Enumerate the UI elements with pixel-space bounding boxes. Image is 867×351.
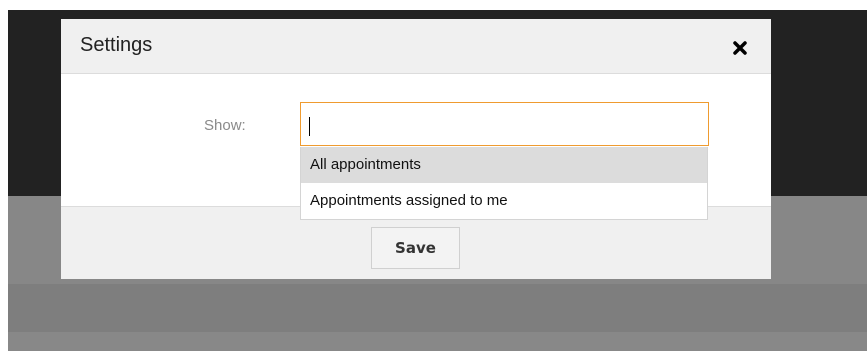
text-caret (309, 117, 310, 136)
backdrop-gray-bottom (8, 332, 867, 351)
dialog-header: Settings (61, 19, 771, 74)
close-icon[interactable] (730, 38, 750, 58)
option-appointments-assigned-to-me[interactable]: Appointments assigned to me (301, 183, 707, 219)
screen: Settings Show: Save All appointments App… (0, 0, 867, 351)
save-button[interactable]: Save (371, 227, 460, 269)
dialog-title: Settings (80, 34, 153, 56)
show-input[interactable] (300, 102, 709, 146)
show-label: Show: (204, 117, 246, 134)
backdrop-gray-lower (8, 284, 867, 332)
show-options-dropdown: All appointments Appointments assigned t… (300, 147, 708, 220)
option-all-appointments[interactable]: All appointments (301, 147, 707, 183)
